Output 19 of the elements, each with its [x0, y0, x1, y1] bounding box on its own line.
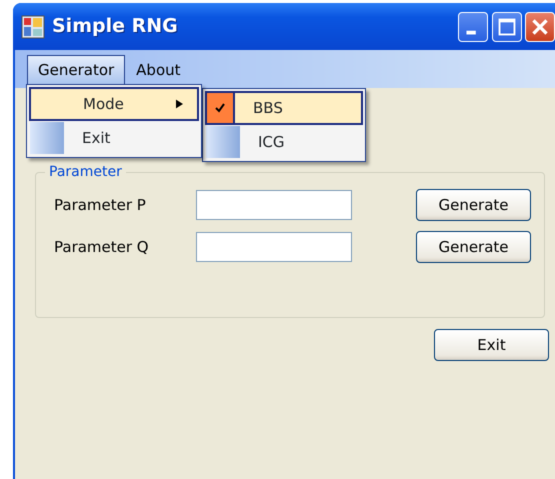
generate-button[interactable]: Generate [416, 231, 531, 263]
maximize-icon[interactable] [492, 12, 522, 42]
menu-bar-item[interactable]: Generator [27, 55, 126, 85]
menu-item[interactable]: ICG [205, 125, 363, 159]
menu-item[interactable]: Exit [29, 121, 199, 155]
exit-button[interactable]: Exit [434, 329, 549, 361]
minimize-icon[interactable] [458, 12, 488, 42]
generate-button[interactable]: Generate [416, 189, 531, 221]
field-label: Parameter Q [54, 236, 150, 258]
input-field[interactable] [196, 232, 352, 262]
menu-bar-item[interactable]: About [125, 55, 192, 85]
input-field[interactable] [196, 190, 352, 220]
window-title: Simple RNG [52, 14, 178, 40]
menu-item[interactable]: BBS [205, 91, 363, 125]
app-icon [21, 14, 45, 38]
close-icon[interactable] [525, 12, 555, 42]
submenu-arrow-icon [176, 99, 183, 109]
menu-item[interactable]: Mode [29, 87, 199, 121]
field-label: Parameter P [54, 194, 147, 216]
